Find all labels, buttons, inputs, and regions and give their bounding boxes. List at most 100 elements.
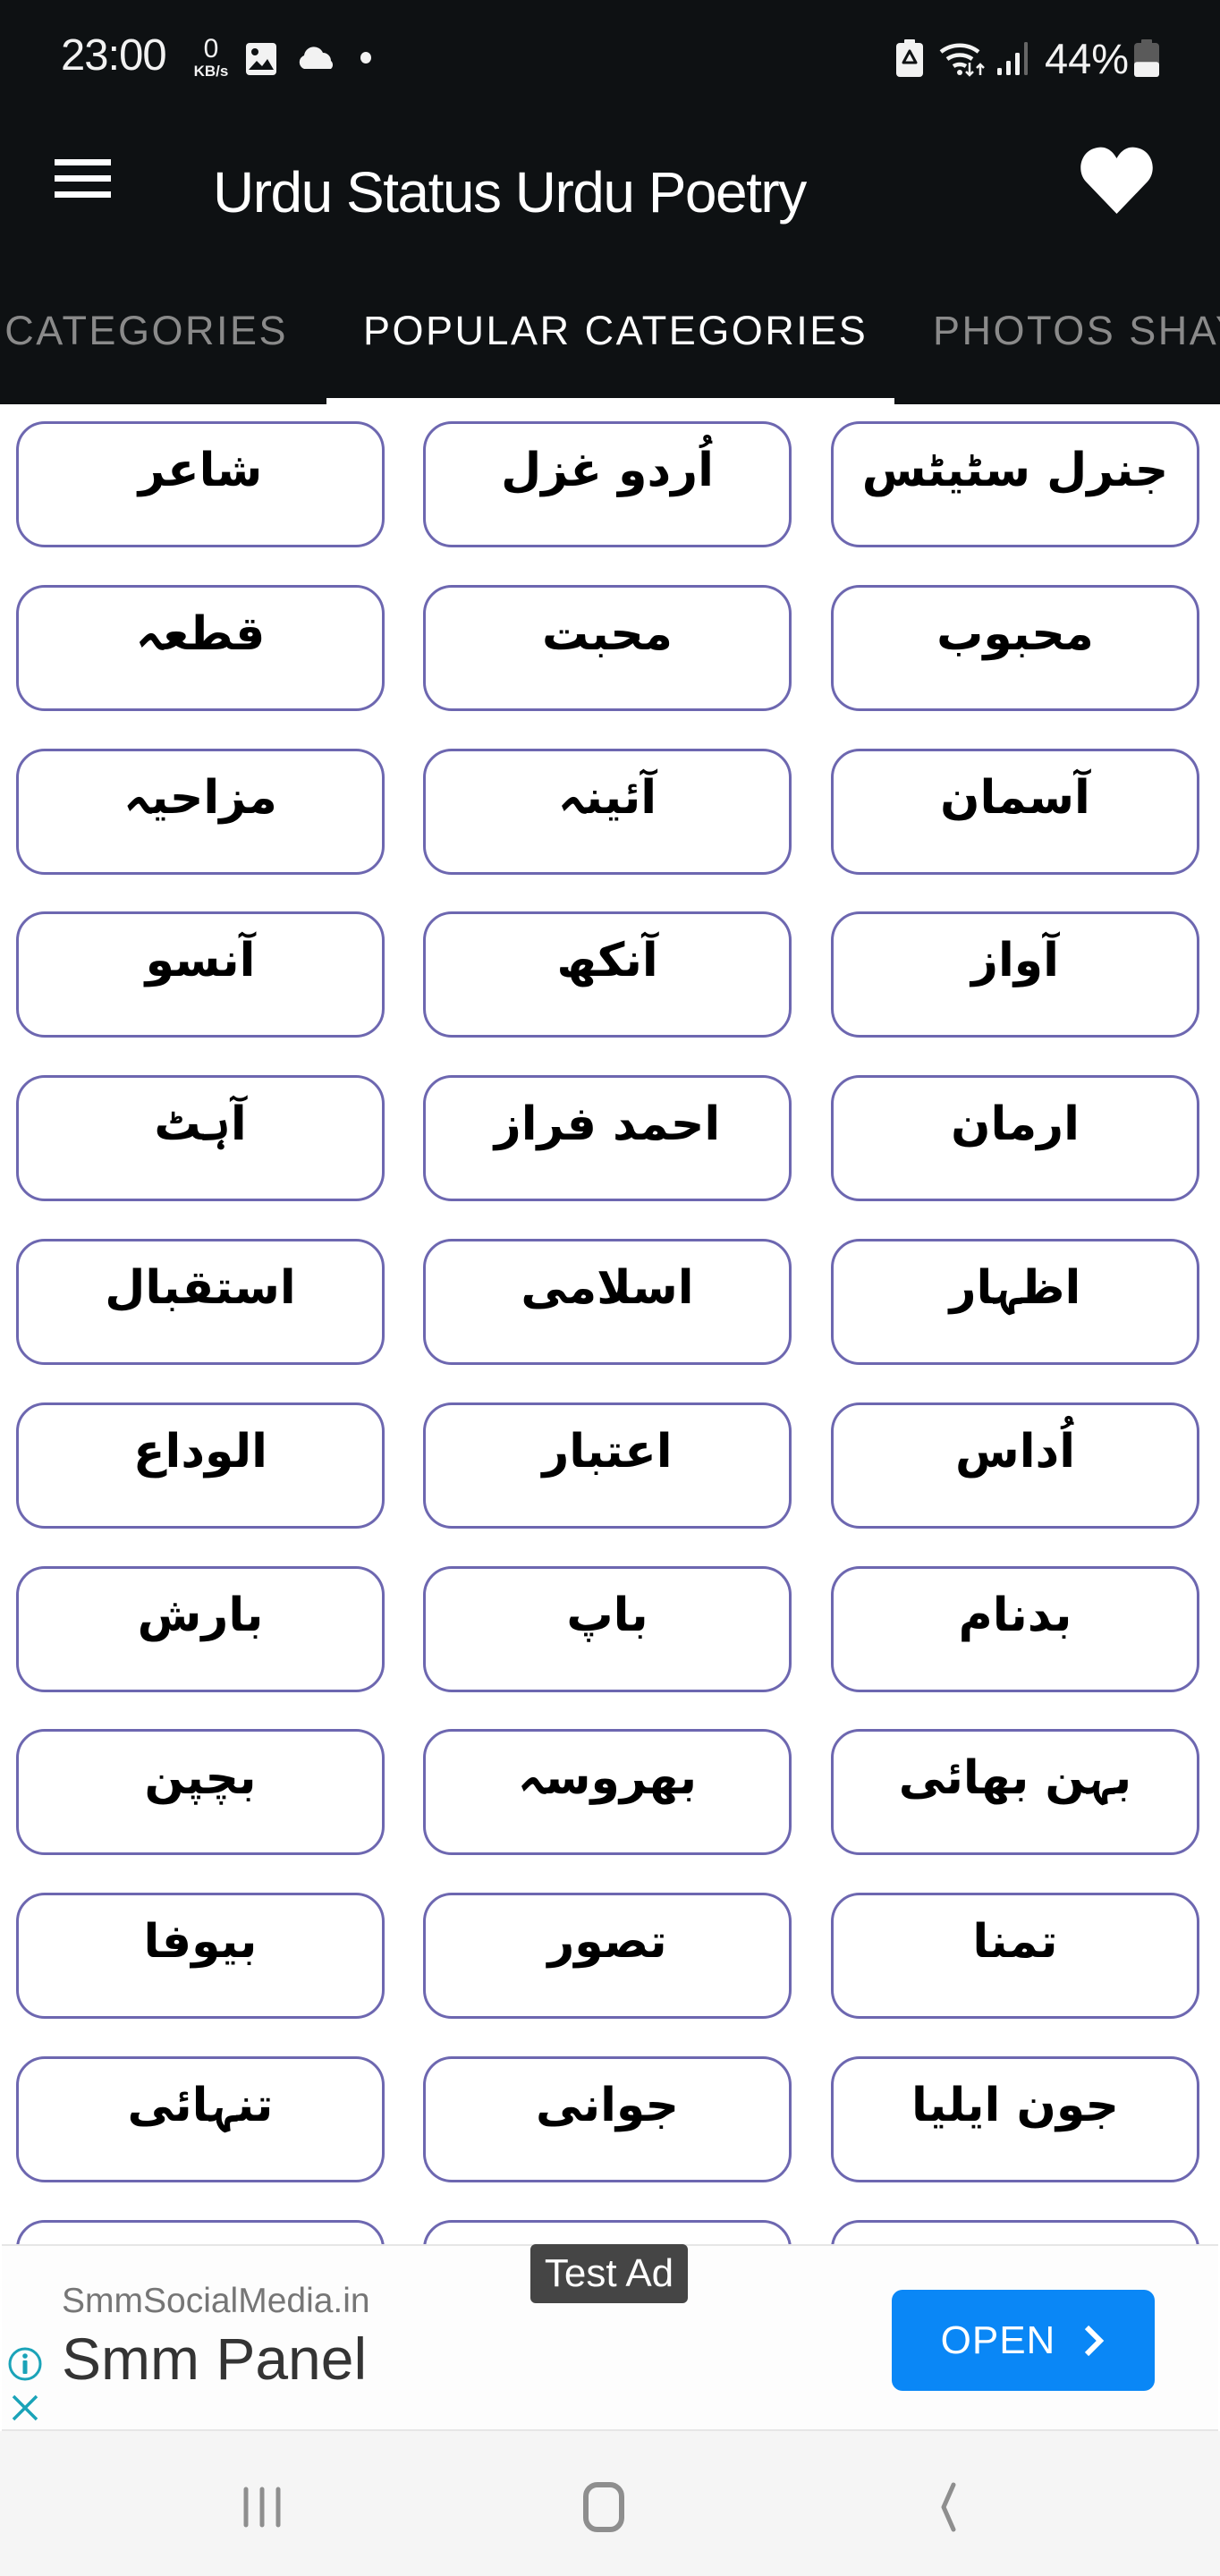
tab-popular-categories[interactable]: POPULAR CATEGORIES — [363, 308, 868, 354]
battery-percent: 44% — [1045, 35, 1130, 82]
category-button[interactable]: بدنام — [831, 1566, 1199, 1692]
network-speed: 0 KB/s — [190, 34, 233, 80]
category-label: آنکھ — [556, 934, 658, 987]
category-label: بدنام — [958, 1589, 1072, 1642]
category-label: تصور — [547, 1915, 667, 1969]
category-button[interactable] — [831, 2220, 1199, 2245]
category-label: بیوفا — [143, 1915, 258, 1969]
category-button[interactable]: جنرل سٹیٹس — [831, 421, 1199, 547]
category-button[interactable]: جوانی — [423, 2056, 792, 2182]
category-button[interactable]: آواز — [831, 911, 1199, 1038]
category-label: جون ایلیا — [911, 2079, 1119, 2132]
active-tab-indicator — [326, 398, 894, 404]
category-label: اُداس — [954, 1425, 1076, 1479]
category-label: جنرل سٹیٹس — [861, 444, 1169, 497]
category-button[interactable]: باپ — [423, 1566, 792, 1692]
ad-open-button[interactable]: OPEN — [892, 2290, 1155, 2391]
category-button[interactable]: بارش — [16, 1566, 385, 1692]
category-label: تمنا — [972, 1915, 1058, 1969]
category-button[interactable]: مزاحیہ — [16, 749, 385, 875]
category-label: اُردو غزل — [501, 444, 714, 497]
category-label: بھروسہ — [517, 1751, 698, 1805]
category-button[interactable]: قطعہ — [16, 585, 385, 711]
home-button[interactable] — [555, 2467, 653, 2547]
heart-icon — [1080, 147, 1153, 214]
category-button[interactable]: اسلامی — [423, 1239, 792, 1365]
category-button[interactable]: بچپن — [16, 1729, 385, 1855]
category-label: بہن بھائی — [898, 1751, 1132, 1805]
tab-all-categories[interactable]: ALL CATEGORIES — [0, 308, 288, 354]
info-icon[interactable] — [7, 2346, 43, 2382]
tab-bar: ALL CATEGORIES POPULAR CATEGORIES PHOTOS… — [0, 292, 1220, 404]
category-label: بارش — [137, 1589, 264, 1642]
battery-saver-icon — [896, 39, 923, 77]
ad-banner[interactable]: Test Ad SmmSocialMedia.in Smm Panel OPEN — [2, 2244, 1218, 2431]
category-label: اعتبار — [542, 1425, 673, 1479]
test-ad-badge: Test Ad — [530, 2244, 688, 2303]
category-label: استقبال — [105, 1261, 296, 1315]
network-speed-value: 0 — [203, 34, 219, 64]
home-icon — [583, 2482, 624, 2532]
category-label: آہٹ — [154, 1097, 247, 1151]
app-title: Urdu Status Urdu Poetry — [213, 160, 807, 225]
category-button[interactable]: ارمان — [831, 1075, 1199, 1201]
category-button[interactable]: آہٹ — [16, 1075, 385, 1201]
category-button[interactable]: تنہائی — [16, 2056, 385, 2182]
category-label: اظہار — [949, 1261, 1081, 1315]
menu-button[interactable] — [45, 148, 120, 213]
category-label: تنہائی — [127, 2079, 274, 2132]
category-label: محبت — [542, 607, 673, 661]
category-button[interactable]: تصور — [423, 1893, 792, 2019]
recents-icon — [243, 2487, 281, 2528]
category-label: بچپن — [144, 1751, 257, 1805]
back-button[interactable] — [897, 2467, 995, 2547]
category-label: آئینہ — [557, 771, 657, 825]
ad-headline: Smm Panel — [62, 2326, 368, 2392]
favorites-button[interactable] — [1064, 136, 1168, 222]
category-button[interactable]: اعتبار — [423, 1402, 792, 1529]
category-button[interactable]: محبوب — [831, 585, 1199, 711]
category-button[interactable]: تمنا — [831, 1893, 1199, 2019]
category-button[interactable]: اُداس — [831, 1402, 1199, 1529]
category-button[interactable]: آئینہ — [423, 749, 792, 875]
category-button[interactable]: آسمان — [831, 749, 1199, 875]
category-label: محبوب — [936, 607, 1094, 661]
category-button[interactable] — [16, 2220, 385, 2245]
category-button[interactable]: الوداع — [16, 1402, 385, 1529]
category-label: آواز — [971, 934, 1059, 987]
system-nav-bar — [0, 2431, 1220, 2576]
close-icon[interactable] — [11, 2394, 39, 2422]
category-button[interactable]: شاعر — [16, 421, 385, 547]
category-button[interactable]: اُردو غزل — [423, 421, 792, 547]
tab-photos-shayari[interactable]: PHOTOS SHAYARI — [933, 308, 1220, 354]
category-button[interactable]: استقبال — [16, 1239, 385, 1365]
app-bar: Urdu Status Urdu Poetry ALL CATEGORIES P… — [0, 116, 1220, 404]
ad-domain: SmmSocialMedia.in — [62, 2282, 370, 2320]
category-button[interactable]: بھروسہ — [423, 1729, 792, 1855]
ad-open-label: OPEN — [940, 2318, 1056, 2362]
category-label: الوداع — [133, 1425, 267, 1479]
status-bar: 23:00 0 KB/s 44% — [0, 0, 1220, 116]
category-label: جوانی — [535, 2079, 680, 2132]
category-button[interactable]: محبت — [423, 585, 792, 711]
category-grid[interactable]: جنرل سٹیٹس اُردو غزل شاعر محبوب محبت قطعہ آسما… — [0, 404, 1220, 2245]
gallery-icon — [246, 43, 276, 75]
category-label: قطعہ — [135, 607, 266, 661]
category-button[interactable]: بیوفا — [16, 1893, 385, 2019]
category-button[interactable]: آنکھ — [423, 911, 792, 1038]
category-button[interactable] — [423, 2220, 792, 2245]
notification-dot-icon — [360, 52, 371, 64]
category-label: ارمان — [951, 1097, 1080, 1151]
recents-button[interactable] — [213, 2467, 311, 2547]
category-button[interactable]: آنسو — [16, 911, 385, 1038]
wifi-icon — [939, 43, 985, 77]
chevron-right-icon — [1085, 2325, 1105, 2356]
category-button[interactable]: جون ایلیا — [831, 2056, 1199, 2182]
category-button[interactable]: بہن بھائی — [831, 1729, 1199, 1855]
category-label: باپ — [566, 1589, 648, 1642]
category-button[interactable]: احمد فراز — [423, 1075, 792, 1201]
category-label: احمد فراز — [494, 1097, 721, 1151]
network-speed-unit: KB/s — [193, 63, 229, 80]
category-label: آسمان — [940, 771, 1090, 825]
category-button[interactable]: اظہار — [831, 1239, 1199, 1365]
